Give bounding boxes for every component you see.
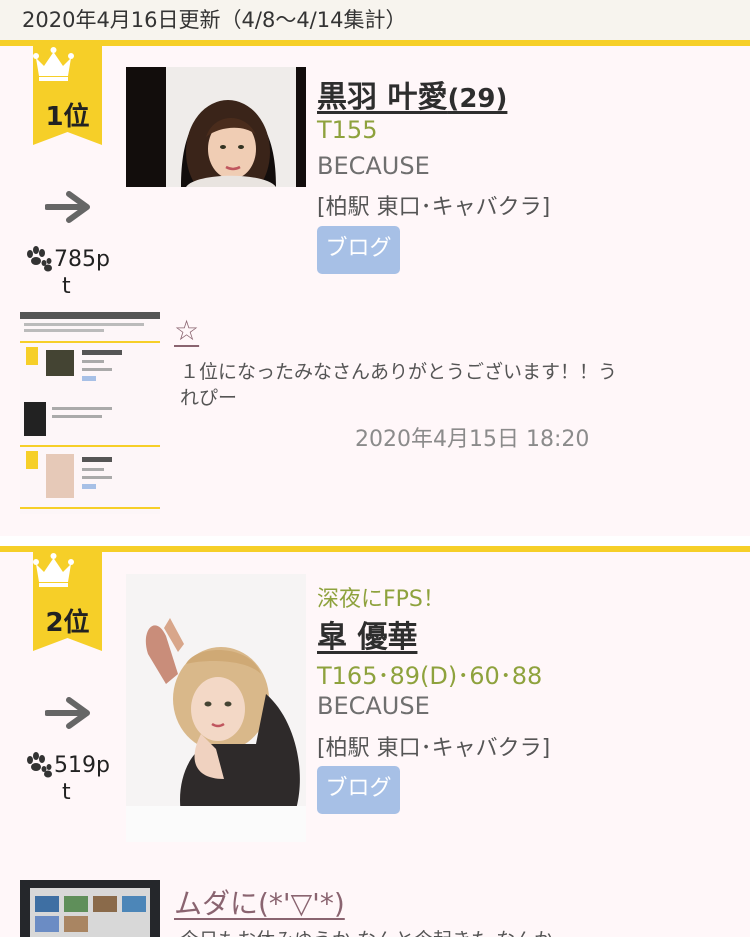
points-value: 785p — [54, 247, 110, 272]
catchphrase: 深夜にFPS！ — [317, 587, 445, 612]
paw-icon — [27, 752, 52, 778]
cast-name[interactable]: 皐 優華 — [317, 612, 417, 656]
post-date: 2020年4月15日 18:20 — [355, 427, 590, 452]
cast-stats: T155 — [317, 116, 378, 144]
cast-name-text[interactable]: 皐 優華 — [317, 620, 417, 655]
crown-icon — [33, 47, 74, 81]
arrow-right-icon — [45, 697, 90, 729]
profile-photo[interactable] — [126, 574, 306, 842]
ranking-entry-2: 2位 519p t 深夜にFPS！ 皐 優華 T165･89(D)･60･88 … — [0, 546, 750, 937]
post-title[interactable]: ムダに(*'▽'*) — [174, 882, 345, 922]
update-header: 2020年4月16日更新（4/8〜4/14集計） — [0, 0, 750, 40]
post-thumbnail[interactable] — [20, 880, 160, 937]
shop-location: [柏駅 東口･キャバクラ] — [317, 195, 551, 220]
blog-button[interactable]: ブログ — [317, 226, 400, 274]
shop-name: BECAUSE — [317, 692, 430, 720]
cast-stats: T165･89(D)･60･88 — [317, 662, 543, 690]
post-title[interactable]: ☆ — [174, 314, 199, 347]
rank-badge: 2位 — [33, 552, 102, 651]
points-value: 519p — [54, 753, 110, 778]
cast-name-text[interactable]: 黒羽 叶愛 — [317, 80, 447, 115]
cast-age[interactable]: (29) — [447, 84, 507, 114]
points-suffix: t — [62, 780, 71, 805]
crown-icon — [33, 553, 74, 587]
rank-badge: 1位 — [33, 46, 102, 145]
shop-location: [柏駅 東口･キャバクラ] — [317, 736, 551, 761]
post-body: 今日もお休みゆうか なんと今起きた なんか — [180, 927, 620, 937]
arrow-right-icon — [45, 191, 90, 223]
post-thumbnail[interactable] — [20, 312, 160, 514]
post-body: １位になったみなさんありがとうございます！！うれぴー — [180, 361, 618, 409]
ranking-entry-1: 1位 785p t 黒羽 叶愛(29) T155 BECAUSE [柏駅 東口･… — [0, 40, 750, 536]
paw-icon — [27, 246, 52, 272]
rank-label: 1位 — [45, 102, 90, 132]
blog-button[interactable]: ブログ — [317, 766, 400, 814]
cast-name[interactable]: 黒羽 叶愛(29) — [317, 72, 507, 116]
shop-name: BECAUSE — [317, 152, 430, 180]
profile-photo[interactable] — [126, 67, 306, 187]
update-date-text: 2020年4月16日更新（4/8〜4/14集計） — [22, 8, 407, 32]
points-suffix: t — [62, 274, 71, 299]
rank-label: 2位 — [45, 608, 90, 638]
